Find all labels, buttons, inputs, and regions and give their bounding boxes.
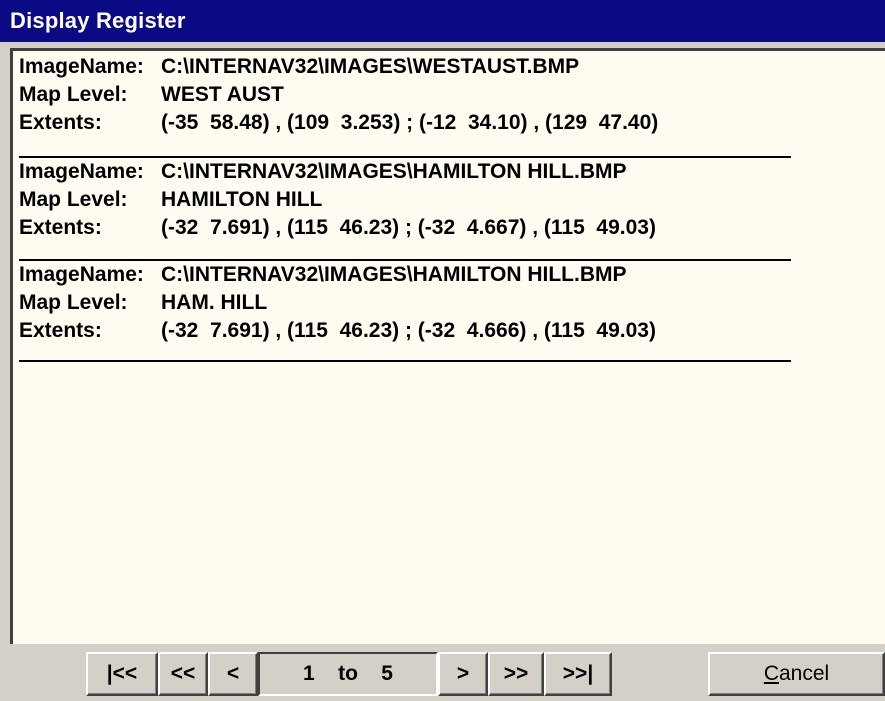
window-title: Display Register xyxy=(0,0,885,42)
map-level-value: HAM. HILL xyxy=(161,291,268,314)
cancel-accelerator: C xyxy=(763,662,779,685)
first-record-button[interactable]: |<< xyxy=(86,652,158,696)
extents-label: Extents: xyxy=(19,111,102,134)
range-to-word: to xyxy=(338,662,358,685)
map-level-label: Map Level: xyxy=(19,188,128,211)
image-name-label: ImageName: xyxy=(19,263,144,286)
extents-value: (-32 7.691) , (115 46.23) ; (-32 4.666) … xyxy=(161,319,656,342)
range-from: 1 xyxy=(303,662,315,685)
previous-record-button[interactable]: < xyxy=(208,652,258,696)
image-name-value: C:\INTERNAV32\IMAGES\WESTAUST.BMP xyxy=(161,55,580,78)
register-record: ImageName: C:\INTERNAV32\IMAGES\HAMILTON… xyxy=(19,158,791,261)
last-record-button[interactable]: >>| xyxy=(544,652,612,696)
register-record: ImageName: C:\INTERNAV32\IMAGES\WESTAUST… xyxy=(19,53,791,158)
extents-label: Extents: xyxy=(19,319,102,342)
previous-page-button[interactable]: << xyxy=(158,652,208,696)
next-page-button[interactable]: >> xyxy=(488,652,544,696)
next-record-button[interactable]: > xyxy=(438,652,488,696)
cancel-label-rest: ancel xyxy=(778,662,830,685)
map-level-value: WEST AUST xyxy=(161,83,284,106)
range-to: 5 xyxy=(381,662,393,685)
cancel-button[interactable]: Cancel xyxy=(708,652,885,696)
image-name-value: C:\INTERNAV32\IMAGES\HAMILTON HILL.BMP xyxy=(161,263,627,286)
extents-value: (-35 58.48) , (109 3.253) ; (-12 34.10) … xyxy=(161,111,659,134)
image-name-label: ImageName: xyxy=(19,160,144,183)
register-record: ImageName: C:\INTERNAV32\IMAGES\HAMILTON… xyxy=(19,261,791,362)
map-level-label: Map Level: xyxy=(19,83,128,106)
image-name-value: C:\INTERNAV32\IMAGES\HAMILTON HILL.BMP xyxy=(161,160,627,183)
map-level-value: HAMILTON HILL xyxy=(161,188,323,211)
extents-value: (-32 7.691) , (115 46.23) ; (-32 4.667) … xyxy=(161,216,656,239)
map-level-label: Map Level: xyxy=(19,291,128,314)
extents-label: Extents: xyxy=(19,216,102,239)
display-register-window: Display Register ImageName: C:\INTERNAV3… xyxy=(0,0,885,701)
record-range-display: 1 to 5 xyxy=(258,652,438,696)
image-name-label: ImageName: xyxy=(19,55,144,78)
register-list[interactable]: ImageName: C:\INTERNAV32\IMAGES\WESTAUST… xyxy=(10,48,885,644)
